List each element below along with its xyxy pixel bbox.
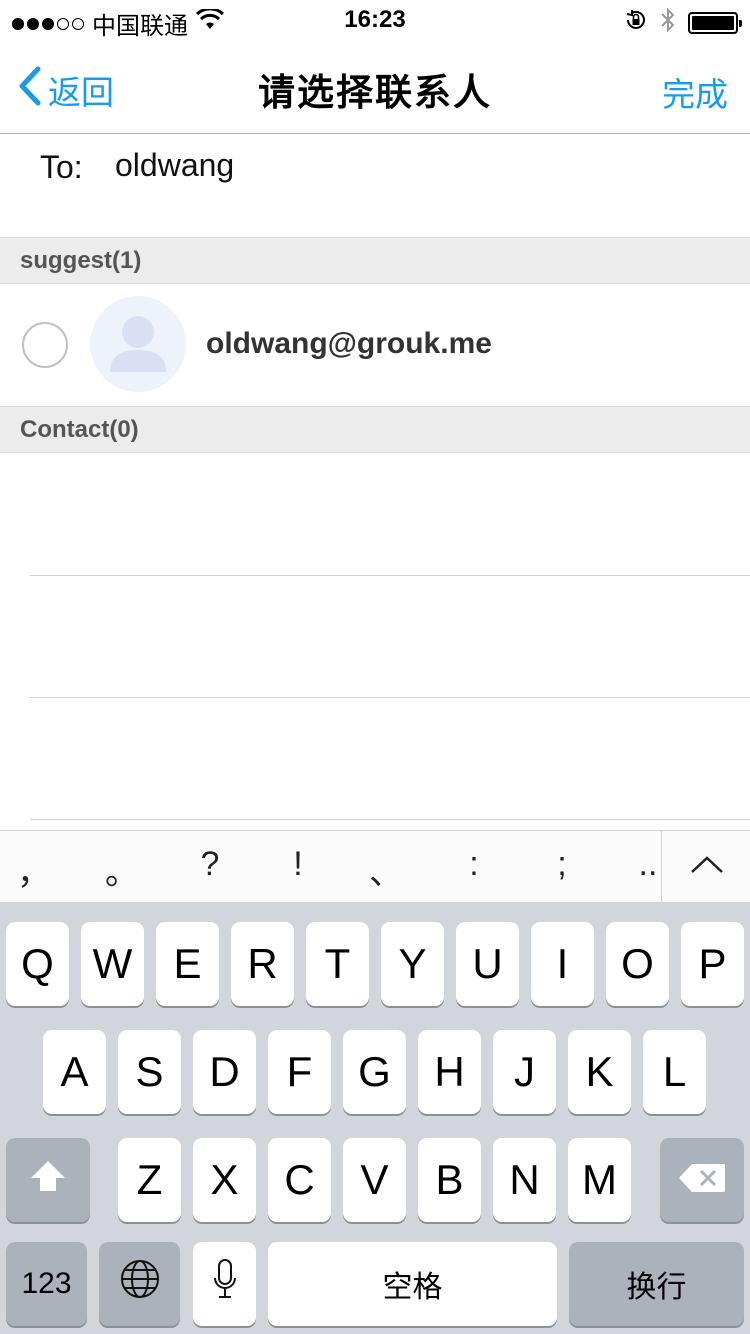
shift-key[interactable] xyxy=(6,1138,90,1222)
contact-email: oldwang@grouk.me xyxy=(206,327,492,360)
divider xyxy=(30,575,750,576)
key-x[interactable]: X xyxy=(193,1138,256,1222)
to-label: To: xyxy=(40,149,83,185)
microphone-key[interactable] xyxy=(193,1242,256,1326)
to-input[interactable]: oldwang xyxy=(115,147,234,184)
candidate-semicolon[interactable]: ; xyxy=(542,845,582,884)
key-r[interactable]: R xyxy=(231,922,294,1006)
numbers-key[interactable]: 123 xyxy=(6,1242,87,1326)
globe-icon xyxy=(120,1259,160,1309)
candidate-bar: ， 。 ? ! 、 : ; .. xyxy=(0,830,750,903)
key-m[interactable]: M xyxy=(568,1138,631,1222)
keyboard: Q W E R T Y U I O P A S D F G H J K L Z … xyxy=(0,902,750,1334)
key-a[interactable]: A xyxy=(43,1030,106,1114)
globe-key[interactable] xyxy=(99,1242,180,1326)
key-b[interactable]: B xyxy=(418,1138,481,1222)
candidate-exclamation[interactable]: ! xyxy=(278,845,318,884)
status-right xyxy=(624,7,742,38)
key-y[interactable]: Y xyxy=(381,922,444,1006)
key-e[interactable]: E xyxy=(156,922,219,1006)
key-t[interactable]: T xyxy=(306,922,369,1006)
microphone-icon xyxy=(212,1258,238,1310)
page-title: 请选择联系人 xyxy=(258,72,492,113)
person-avatar-icon xyxy=(90,296,186,392)
key-j[interactable]: J xyxy=(493,1030,556,1114)
delete-key[interactable] xyxy=(660,1138,744,1222)
candidate-colon[interactable]: : xyxy=(454,845,494,884)
key-n[interactable]: N xyxy=(493,1138,556,1222)
key-o[interactable]: O xyxy=(606,922,669,1006)
key-p[interactable]: P xyxy=(681,922,744,1006)
key-c[interactable]: C xyxy=(268,1138,331,1222)
bluetooth-icon xyxy=(660,7,676,38)
key-f[interactable]: F xyxy=(268,1030,331,1114)
backspace-icon xyxy=(678,1156,726,1204)
select-radio[interactable] xyxy=(22,322,68,368)
suggest-header-label: suggest(1) xyxy=(20,247,142,274)
rotation-lock-icon xyxy=(624,8,648,37)
key-q[interactable]: Q xyxy=(6,922,69,1006)
done-button[interactable]: 完成 xyxy=(662,68,728,116)
key-h[interactable]: H xyxy=(418,1030,481,1114)
key-z[interactable]: Z xyxy=(118,1138,181,1222)
battery-icon xyxy=(688,11,742,34)
candidate-enumeration-comma[interactable]: 、 xyxy=(366,845,406,894)
suggest-section-header: suggest(1) xyxy=(0,237,750,284)
to-field[interactable]: To: oldwang xyxy=(0,135,750,237)
divider xyxy=(30,697,750,698)
shift-icon xyxy=(28,1156,68,1204)
candidate-question[interactable]: ? xyxy=(190,845,230,884)
key-u[interactable]: U xyxy=(456,922,519,1006)
key-i[interactable]: I xyxy=(531,922,594,1006)
key-v[interactable]: V xyxy=(343,1138,406,1222)
candidate-comma[interactable]: ， xyxy=(14,845,54,894)
candidate-period[interactable]: 。 xyxy=(102,845,142,894)
navigation-bar: 返回 请选择联系人 完成 xyxy=(0,40,750,134)
key-s[interactable]: S xyxy=(118,1030,181,1114)
key-k[interactable]: K xyxy=(568,1030,631,1114)
key-w[interactable]: W xyxy=(81,922,144,1006)
divider xyxy=(30,819,750,820)
contact-section-header: Contact(0) xyxy=(0,406,750,453)
candidate-expand-button[interactable] xyxy=(661,831,750,903)
chevron-up-icon xyxy=(690,855,724,880)
key-g[interactable]: G xyxy=(343,1030,406,1114)
status-bar: 中国联通 16:23 xyxy=(0,0,750,40)
contact-header-label: Contact(0) xyxy=(20,416,139,443)
key-l[interactable]: L xyxy=(643,1030,706,1114)
return-key[interactable]: 换行 xyxy=(569,1242,744,1326)
list-item[interactable]: oldwang@grouk.me xyxy=(0,284,750,406)
key-d[interactable]: D xyxy=(193,1030,256,1114)
space-key[interactable]: 空格 xyxy=(268,1242,557,1326)
